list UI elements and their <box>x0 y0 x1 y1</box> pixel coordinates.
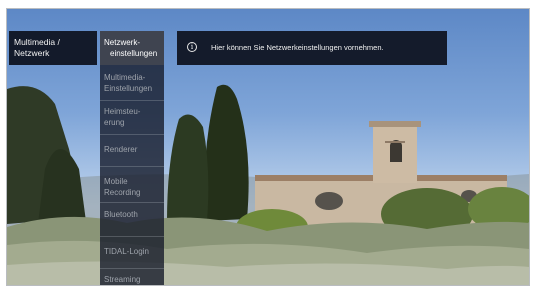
breadcrumb-line1: Multimedia / <box>14 37 60 47</box>
menu-item-netzwerkeinstellungen[interactable]: Netzwerk- einstellungen <box>100 31 164 65</box>
info-icon: i <box>187 42 197 52</box>
menu-item-label: Bluetooth <box>104 210 138 219</box>
breadcrumb: Multimedia / Netzwerk <box>9 31 97 65</box>
menu-item-label: Mobile <box>104 177 128 186</box>
menu-item-mobile-recording[interactable]: Mobile Recording <box>100 169 164 203</box>
breadcrumb-line2: Netzwerk <box>14 48 50 58</box>
menu-item-label: erung <box>104 117 125 127</box>
menu-item-label: Recording <box>104 187 141 197</box>
menu-item-label: einstellungen <box>110 48 158 58</box>
tv-screen: Multimedia / Netzwerk Netzwerk- einstell… <box>6 8 530 286</box>
menu-item-multimedia-einstellungen[interactable]: Multimedia- Einstellungen <box>100 69 164 101</box>
menu-item-tidal-login[interactable]: TIDAL-Login <box>100 239 164 269</box>
settings-menu: Netzwerk- einstellungen Multimedia- Eins… <box>100 31 164 285</box>
menu-item-label: Einstellungen <box>104 83 153 93</box>
menu-item-label: Heimsteu- <box>104 107 141 116</box>
menu-item-bluetooth[interactable]: Bluetooth <box>100 205 164 237</box>
info-text: Hier können Sie Netzwerkeinstellungen vo… <box>211 43 384 52</box>
menu-item-label: Renderer <box>104 145 138 154</box>
menu-item-label: TIDAL-Login <box>104 247 149 256</box>
menu-item-renderer[interactable]: Renderer <box>100 137 164 167</box>
menu-item-label: Multimedia- <box>104 73 146 82</box>
menu-item-heimsteuerung[interactable]: Heimsteu- erung <box>100 103 164 135</box>
info-banner: i Hier können Sie Netzwerkeinstellungen … <box>177 31 447 65</box>
menu-item-label: Netzwerk- <box>104 38 141 47</box>
